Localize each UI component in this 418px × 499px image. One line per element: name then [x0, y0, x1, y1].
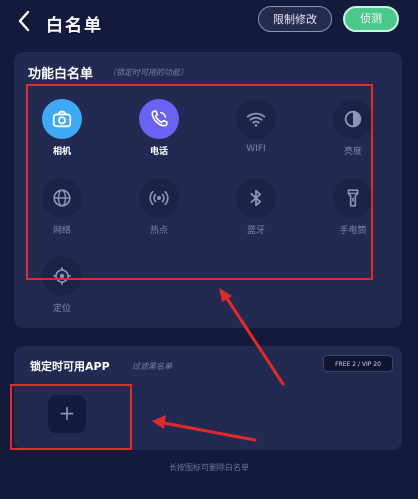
footer-hint: 长按图标可删除白名单	[169, 463, 249, 472]
top-bar: 白名单 限制修改 侦测	[0, 0, 418, 44]
quota-badge: FREE 2 / VIP 20	[323, 355, 393, 372]
function-whitelist-title: 功能白名单	[28, 67, 94, 82]
annotation-highlight-box	[10, 384, 132, 450]
limit-modify-button[interactable]: 限制修改	[258, 6, 332, 32]
back-button[interactable]	[12, 8, 38, 34]
page-title: 白名单	[46, 16, 103, 36]
function-whitelist-subtitle: （锁定时可用的功能）	[108, 68, 188, 77]
function-label: 定位	[52, 304, 71, 314]
annotation-highlight-box	[26, 84, 373, 280]
chevron-left-icon	[18, 10, 30, 32]
detect-button[interactable]: 侦测	[343, 6, 399, 32]
app-whitelist-title: 锁定时可用APP	[30, 360, 110, 373]
app-whitelist-subtitle: 过滤黑名单	[132, 362, 172, 371]
